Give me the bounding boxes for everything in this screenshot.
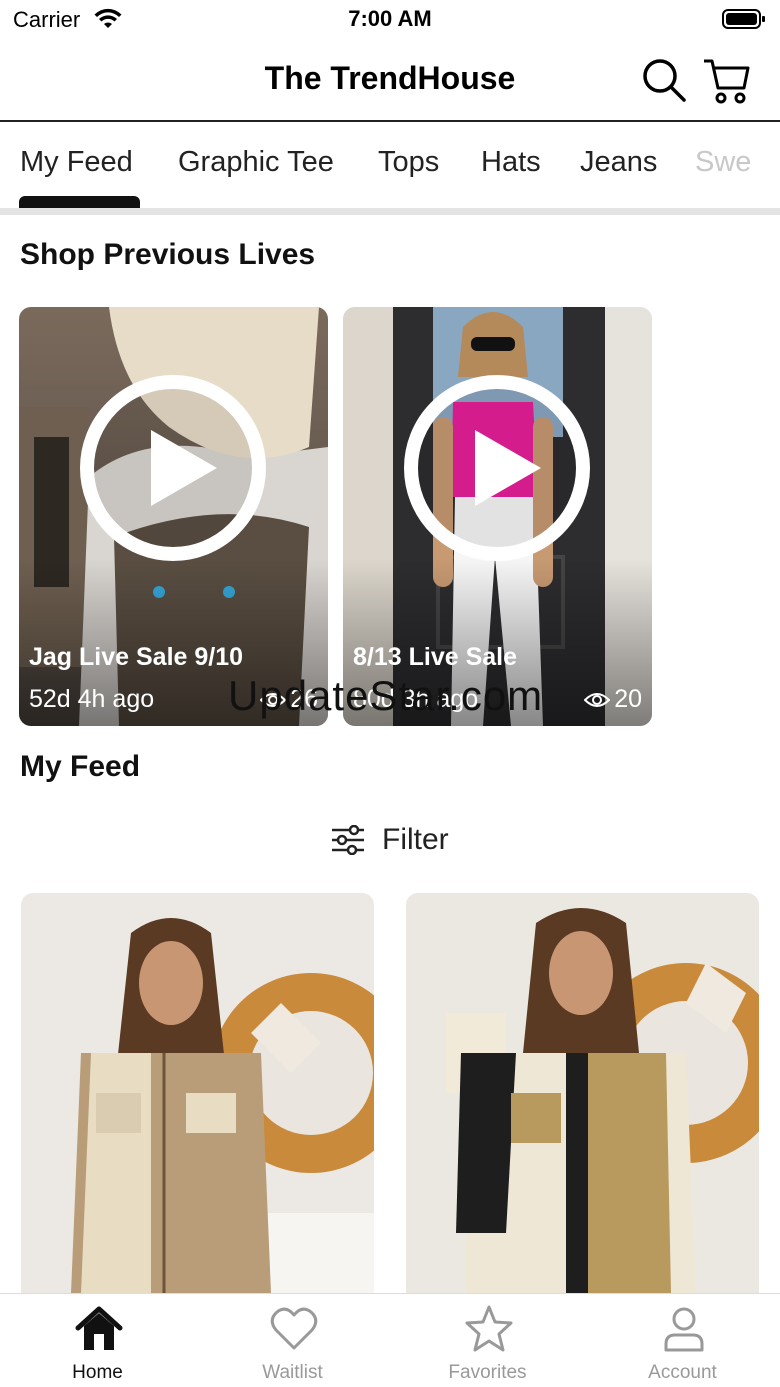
live-card[interactable]: 8/13 Live Sale 80d 3h ago 20 [343, 307, 652, 726]
product-image [21, 893, 374, 1293]
tab-sweaters[interactable]: Swe [695, 146, 751, 179]
tab-graphic-tee[interactable]: Graphic Tee [178, 146, 334, 179]
nav-account[interactable]: Account [585, 1294, 780, 1387]
bottom-nav: Home Waitlist Favorites Account [0, 1293, 780, 1387]
tab-my-feed[interactable]: My Feed [20, 146, 133, 179]
filter-label: Filter [382, 823, 449, 856]
live-views: 20 [584, 685, 642, 714]
home-icon [75, 1306, 123, 1350]
status-bar: Carrier 7:00 AM [0, 0, 780, 40]
live-title: 8/13 Live Sale [353, 643, 518, 671]
filter-button[interactable]: Filter [330, 820, 449, 860]
nav-favorites-label: Favorites [448, 1362, 527, 1383]
cart-icon[interactable] [702, 56, 752, 106]
category-tabs: My Feed Graphic Tee Tops Hats Jeans Swe [0, 124, 780, 208]
previous-lives-heading: Shop Previous Lives [20, 238, 316, 271]
live-view-count: 20 [614, 685, 642, 713]
live-title: Jag Live Sale 9/10 [29, 643, 244, 671]
live-time-ago: 52d 4h ago [29, 685, 155, 713]
nav-home-label: Home [72, 1362, 123, 1383]
nav-waitlist[interactable]: Waitlist [195, 1294, 390, 1387]
tabs-divider [0, 208, 780, 215]
nav-favorites[interactable]: Favorites [390, 1294, 585, 1387]
battery-icon [722, 9, 765, 29]
nav-waitlist-label: Waitlist [262, 1362, 323, 1383]
tab-jeans[interactable]: Jeans [580, 146, 657, 179]
live-view-count: 26 [290, 685, 318, 713]
product-card[interactable] [406, 893, 759, 1293]
clock: 7:00 AM [348, 6, 432, 31]
eye-icon [584, 692, 611, 707]
product-image [406, 893, 759, 1293]
my-feed-heading: My Feed [20, 750, 141, 783]
tab-tops[interactable]: Tops [378, 146, 439, 179]
live-card[interactable]: Jag Live Sale 9/10 52d 4h ago 26 [19, 307, 328, 726]
product-card[interactable] [21, 893, 374, 1293]
nav-account-label: Account [648, 1362, 717, 1383]
user-icon [664, 1307, 704, 1352]
live-time-ago: 80d 3h ago [353, 685, 479, 713]
tab-hats[interactable]: Hats [481, 146, 541, 179]
live-views: 26 [260, 685, 318, 714]
play-icon[interactable] [403, 374, 591, 562]
app-header: The TrendHouse [0, 40, 780, 122]
active-tab-indicator [19, 196, 140, 208]
star-icon [465, 1305, 513, 1352]
nav-home[interactable]: Home [0, 1294, 195, 1387]
heart-icon [270, 1307, 318, 1350]
search-icon[interactable] [640, 56, 688, 104]
play-icon[interactable] [79, 374, 267, 562]
eye-icon [260, 692, 287, 707]
sliders-icon [332, 825, 364, 855]
